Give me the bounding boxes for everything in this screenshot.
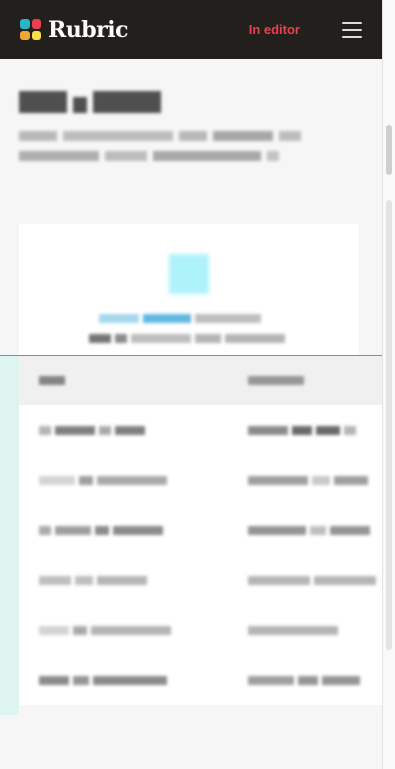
- column-header-redacted[interactable]: [248, 376, 304, 385]
- table-row[interactable]: [19, 405, 382, 455]
- table-side-accent: [0, 355, 19, 715]
- table-row[interactable]: [19, 655, 382, 705]
- data-table: [19, 356, 382, 705]
- table-cell-redacted: [39, 575, 147, 585]
- page-subtitle-redacted: [19, 131, 349, 171]
- table-cell-redacted: [248, 425, 356, 435]
- top-navigation-bar: Rubric In editor: [0, 0, 382, 59]
- column-header-redacted[interactable]: [39, 376, 65, 385]
- table-row[interactable]: [19, 455, 382, 505]
- card-icon: [169, 254, 209, 294]
- table-cell-redacted: [39, 625, 171, 635]
- main-content: [0, 59, 382, 769]
- table-cell-redacted: [39, 675, 167, 685]
- table-row[interactable]: [19, 605, 382, 655]
- rubric-logo-icon: [20, 19, 41, 40]
- table-cell-redacted: [39, 525, 163, 535]
- brand-name: Rubric: [48, 16, 129, 43]
- table-cell-redacted: [39, 425, 145, 435]
- page-title-redacted: [19, 91, 161, 115]
- table-row[interactable]: [19, 555, 382, 605]
- table-cell-redacted: [248, 625, 338, 635]
- scrollbar-thumb[interactable]: [386, 125, 392, 175]
- in-editor-link[interactable]: In editor: [249, 22, 300, 37]
- table-cell-redacted: [39, 475, 167, 485]
- table-row[interactable]: [19, 505, 382, 555]
- card-text-redacted: [89, 334, 285, 343]
- page-scrollbar[interactable]: [382, 0, 395, 769]
- table-cell-redacted: [248, 475, 368, 485]
- card-link-redacted[interactable]: [99, 314, 261, 323]
- brand-logo[interactable]: Rubric: [20, 16, 129, 43]
- featured-card[interactable]: [19, 224, 359, 373]
- scrollbar-thumb-secondary[interactable]: [386, 200, 392, 650]
- table-cell-redacted: [248, 575, 376, 585]
- table-cell-redacted: [248, 675, 360, 685]
- table-header: [19, 356, 382, 405]
- hamburger-menu-icon[interactable]: [342, 21, 362, 38]
- table-cell-redacted: [248, 525, 370, 535]
